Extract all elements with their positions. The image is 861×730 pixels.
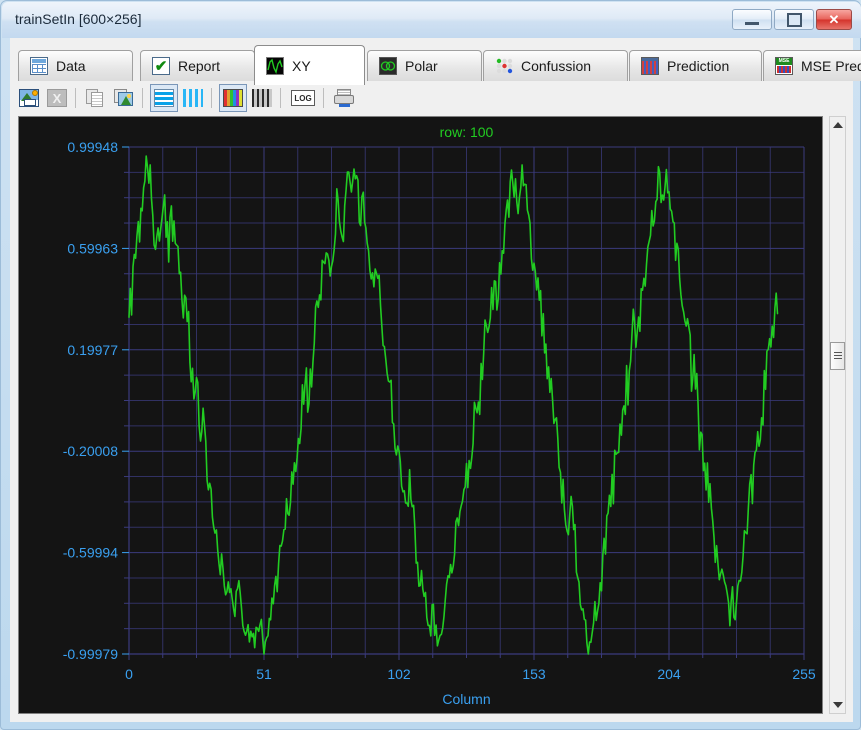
- x-axis-title: Column: [442, 691, 490, 707]
- log-icon: LOG: [291, 90, 315, 106]
- scrollbar-thumb[interactable]: [830, 342, 845, 371]
- application-window: trainSetIn [600×256] ✕ Data ✔ Report XY …: [0, 0, 861, 730]
- printer-icon: [334, 89, 354, 107]
- save-image-button[interactable]: [16, 85, 42, 111]
- horizontal-lines-icon: [154, 89, 174, 107]
- polar-circles-icon: [379, 57, 397, 75]
- minor-gridlines: [129, 147, 804, 654]
- tab-confussion-label: Confussion: [521, 58, 592, 74]
- tab-confussion[interactable]: Confussion: [483, 50, 628, 81]
- print-button[interactable]: [331, 85, 357, 111]
- close-button[interactable]: ✕: [816, 9, 852, 30]
- x-tick-label: 255: [792, 666, 816, 682]
- tab-prediction-label: Prediction: [667, 58, 730, 74]
- minimize-button[interactable]: [732, 9, 772, 30]
- tab-msepred[interactable]: MSE MSE Pred: [763, 50, 861, 81]
- tab-polar[interactable]: Polar: [367, 50, 482, 81]
- x-tick-label: 102: [387, 666, 411, 682]
- y-tick-label: -0.20008: [63, 443, 118, 459]
- title-bar: trainSetIn [600×256] ✕: [2, 2, 861, 38]
- tab-polar-label: Polar: [405, 58, 438, 74]
- y-tick-label: 0.19977: [67, 342, 118, 358]
- heatmap-grid-icon: [641, 57, 659, 75]
- y-tick-label: 0.59963: [67, 240, 118, 256]
- horizontal-lines-button[interactable]: [150, 84, 178, 112]
- toolbar-separator: [323, 88, 324, 108]
- scroll-down-button[interactable]: [830, 697, 845, 713]
- copy-image-button[interactable]: [111, 85, 137, 111]
- toolbar: X LOG: [10, 82, 853, 114]
- mse-grid-icon: MSE: [775, 57, 793, 75]
- toolbar-separator: [211, 88, 212, 108]
- tab-report[interactable]: ✔ Report: [140, 50, 255, 81]
- checkmark-icon: ✔: [152, 57, 170, 75]
- close-icon: ✕: [828, 12, 840, 27]
- minimize-icon: [733, 10, 771, 29]
- scroll-up-button[interactable]: [830, 117, 845, 133]
- tab-prediction[interactable]: Prediction: [629, 50, 762, 81]
- table-grid-icon: [30, 57, 48, 75]
- toolbar-separator: [280, 88, 281, 108]
- chevron-up-icon: [832, 122, 843, 128]
- xy-plot-panel[interactable]: 0.99948 0.59963 0.19977 -0.20008 -0.59994 -0.…: [18, 116, 823, 714]
- excel-export-icon: X: [47, 89, 67, 107]
- export-excel-button[interactable]: X: [44, 85, 70, 111]
- x-tick-label: 153: [522, 666, 546, 682]
- tab-data-label: Data: [56, 58, 86, 74]
- copy-image-icon: [114, 89, 134, 107]
- tab-bar: Data ✔ Report XY Polar Confussion Predic…: [10, 44, 861, 86]
- tab-data[interactable]: Data: [18, 50, 133, 81]
- color-bars-icon: [223, 89, 243, 107]
- gray-bars-icon: [252, 89, 272, 107]
- gray-bars-button[interactable]: [249, 85, 275, 111]
- x-tick-label: 204: [657, 666, 681, 682]
- save-image-icon: [19, 89, 39, 107]
- vertical-lines-icon: [183, 89, 203, 107]
- vertical-lines-button[interactable]: [180, 85, 206, 111]
- tab-xy-label: XY: [292, 57, 311, 74]
- xy-chart: 0.99948 0.59963 0.19977 -0.20008 -0.59994 -0.…: [19, 117, 822, 713]
- window-title: trainSetIn [600×256]: [15, 11, 142, 27]
- log-scale-button[interactable]: LOG: [288, 85, 318, 111]
- tab-msepred-label: MSE Pred: [801, 58, 861, 74]
- tab-xy[interactable]: XY: [254, 45, 365, 85]
- color-bars-button[interactable]: [219, 84, 247, 112]
- chevron-down-icon: [832, 702, 843, 708]
- dot-matrix-icon: [495, 57, 513, 75]
- client-area: Data ✔ Report XY Polar Confussion Predic…: [10, 38, 861, 722]
- y-tick-label: -0.59994: [63, 545, 118, 561]
- chart-title: row: 100: [440, 124, 494, 140]
- maximize-icon: [775, 10, 813, 29]
- vertical-scrollbar[interactable]: [829, 116, 846, 714]
- toolbar-separator: [75, 88, 76, 108]
- y-tick-label: -0.99979: [63, 646, 118, 662]
- toolbar-separator: [142, 88, 143, 108]
- maximize-button[interactable]: [774, 9, 814, 30]
- x-tick-label: 51: [256, 666, 272, 682]
- waveform-icon: [266, 56, 284, 75]
- copy-pages-icon: [86, 89, 106, 107]
- copy-button[interactable]: [83, 85, 109, 111]
- x-tick-label: 0: [125, 666, 133, 682]
- y-tick-label: 0.99948: [67, 139, 118, 155]
- grip-icon: [833, 352, 842, 361]
- tab-report-label: Report: [178, 58, 221, 74]
